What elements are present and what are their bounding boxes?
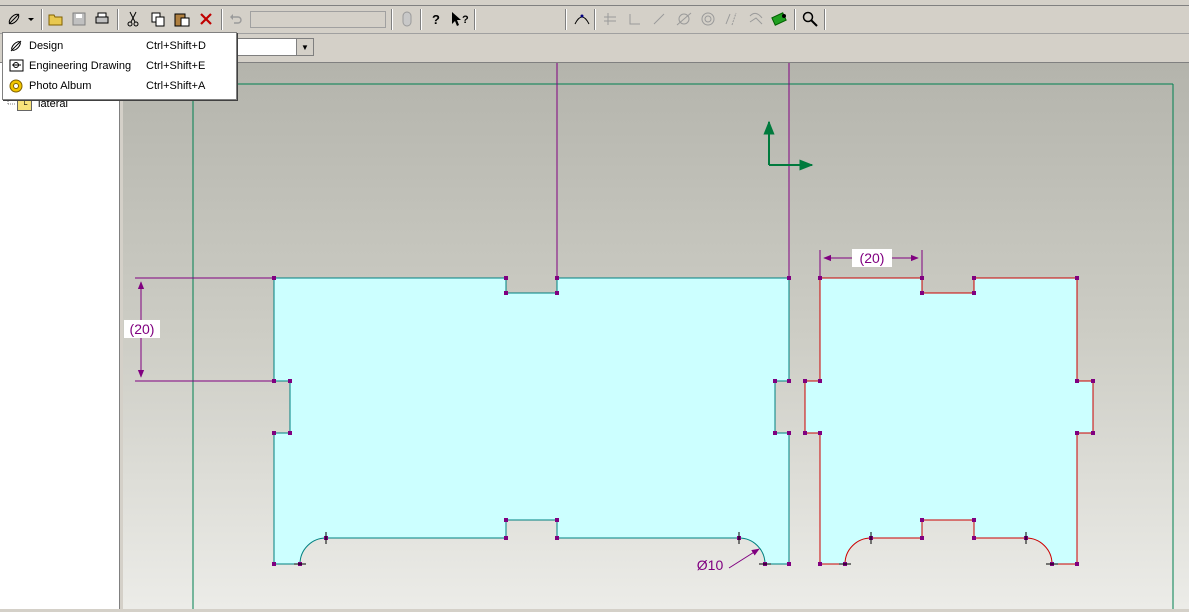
help-icon[interactable]: ?: [426, 9, 446, 29]
photo-album-icon: [8, 79, 24, 93]
dimension-value-left: (20): [130, 321, 155, 337]
offset-constraint-icon[interactable]: [746, 9, 766, 29]
mode-dropdown-menu: Design Ctrl+Shift+D Engineering Drawing …: [2, 32, 237, 100]
sketch-canvas: (20) (20) Ø10: [123, 63, 1189, 609]
menu-item-engineering-drawing[interactable]: Engineering Drawing Ctrl+Shift+E: [3, 56, 236, 76]
copy-icon[interactable]: [148, 9, 168, 29]
toolbar-separator: [391, 9, 393, 30]
design-icon: [8, 39, 24, 53]
menu-item-design[interactable]: Design Ctrl+Shift+D: [3, 36, 236, 56]
main-toolbar: ? ?: [0, 6, 1189, 34]
regenerate-icon[interactable]: [397, 9, 417, 29]
dimension-value-diameter: Ø10: [697, 557, 724, 573]
delete-icon[interactable]: [196, 9, 216, 29]
cut-icon[interactable]: [123, 9, 143, 29]
mode-dropdown-button[interactable]: [25, 9, 37, 29]
perpendicular-constraint-icon[interactable]: [624, 9, 644, 29]
print-icon[interactable]: [92, 9, 112, 29]
open-folder-icon[interactable]: [46, 9, 66, 29]
engineering-drawing-icon: [8, 59, 24, 73]
selection-combo[interactable]: ▼: [228, 38, 314, 56]
toolbar-separator: [117, 9, 119, 30]
toolbar-separator: [420, 9, 422, 30]
menu-item-photo-album[interactable]: Photo Album Ctrl+Shift+A: [3, 76, 236, 96]
undo-icon[interactable]: [226, 9, 246, 29]
save-icon[interactable]: [69, 9, 89, 29]
menu-item-shortcut: Ctrl+Shift+D: [146, 40, 206, 52]
sketch-viewport[interactable]: (20) (20) Ø10: [123, 63, 1189, 609]
menu-item-shortcut: Ctrl+Shift+A: [146, 80, 206, 92]
whats-this-icon[interactable]: ?: [450, 9, 470, 29]
chevron-down-icon[interactable]: ▼: [296, 39, 313, 55]
menu-item-label: Engineering Drawing: [29, 60, 132, 72]
sketch-constraint-icon[interactable]: [572, 9, 592, 29]
menu-item-label: Photo Album: [29, 80, 92, 92]
zoom-icon[interactable]: [800, 9, 820, 29]
svg-text:?: ?: [462, 14, 469, 26]
design-mode-icon[interactable]: [4, 9, 24, 29]
parallel-constraint-icon[interactable]: [600, 9, 620, 29]
tangent-constraint-icon[interactable]: [674, 9, 694, 29]
menu-item-label: Design: [29, 40, 64, 52]
specification-tree: └ lateral: [0, 63, 120, 609]
command-input[interactable]: [250, 11, 386, 28]
auto-constraint-icon[interactable]: [770, 9, 790, 29]
toolbar-separator: [824, 9, 826, 30]
concentric-constraint-icon[interactable]: [698, 9, 718, 29]
toolbar-separator: [565, 9, 567, 30]
dimension-value-right: (20): [860, 250, 885, 266]
menu-item-shortcut: Ctrl+Shift+E: [146, 60, 206, 72]
toolbar-separator: [474, 9, 476, 30]
symmetry-constraint-icon[interactable]: [722, 9, 742, 29]
toolbar-separator: [794, 9, 796, 30]
line-icon[interactable]: [649, 9, 669, 29]
paste-icon[interactable]: [172, 9, 192, 29]
toolbar-separator: [41, 9, 43, 30]
toolbar-separator: [594, 9, 596, 30]
toolbar-separator: [221, 9, 223, 30]
